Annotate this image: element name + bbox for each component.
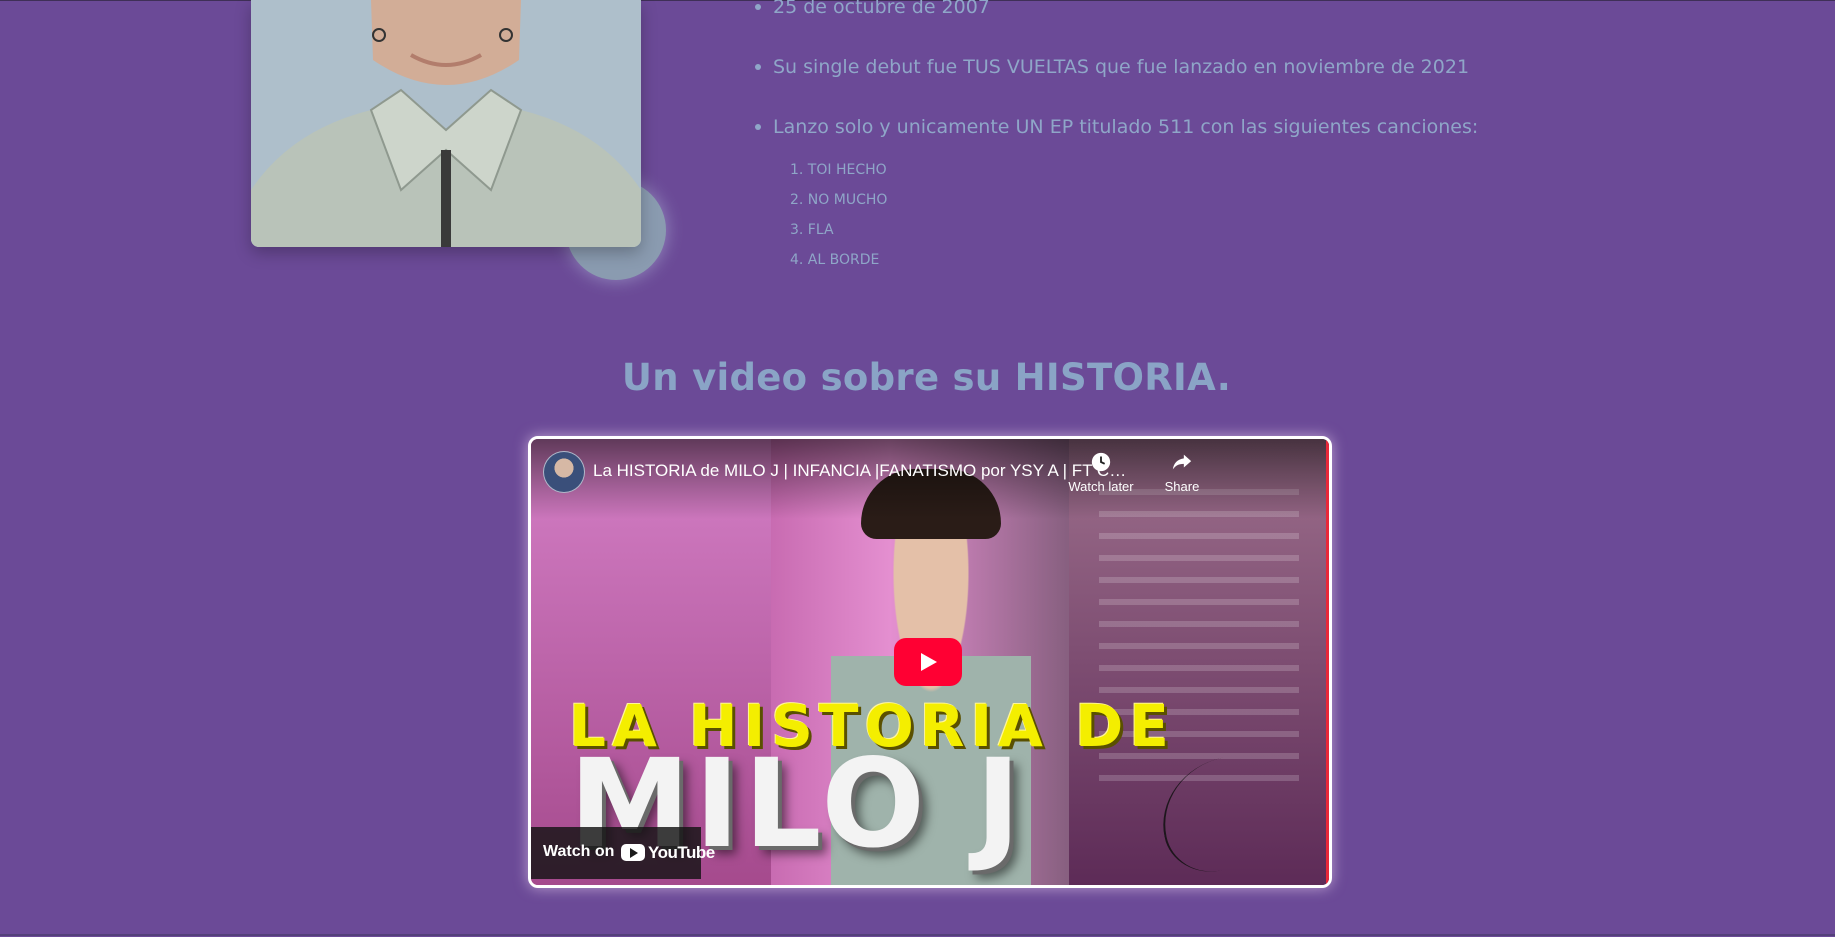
artist-portrait-card <box>251 0 666 280</box>
bio-fact-ep: Lanzo solo y unicamente UN EP titulado 5… <box>755 114 1478 140</box>
youtube-embed[interactable]: LA HISTORIA DE MILO J La HISTORIA de MIL… <box>528 436 1332 888</box>
share-icon <box>1172 454 1192 470</box>
play-button[interactable] <box>894 638 962 686</box>
portrait-illustration <box>251 0 641 247</box>
watch-on-youtube-button[interactable]: Watch on YouTube <box>531 827 715 879</box>
artist-portrait-image <box>251 0 641 247</box>
clock-icon <box>1091 452 1111 472</box>
channel-avatar[interactable] <box>543 451 585 493</box>
video-title-link[interactable]: La HISTORIA de MILO J | INFANCIA |FANATI… <box>593 461 1133 481</box>
bio-fact-birthdate: 25 de octubre de 2007 <box>755 0 1478 20</box>
song-item: 1. TOI HECHO <box>790 162 887 178</box>
song-item: 3. FLA <box>790 222 834 238</box>
song-item: 2. NO MUCHO <box>790 192 888 208</box>
video-section-title: Un video sobre su HISTORIA. <box>621 356 1232 399</box>
watch-later-button[interactable]: Watch later <box>1063 451 1139 494</box>
bottom-divider <box>0 934 1835 936</box>
ep-song-list: 1. TOI HECHO 2. NO MUCHO 3. FLA 4. AL BO… <box>790 160 887 280</box>
song-item: 4. AL BORDE <box>790 252 880 268</box>
watch-on-label: Watch on <box>543 843 615 860</box>
youtube-play-icon <box>621 844 645 861</box>
bio-facts-list: 25 de octubre de 2007 Su single debut fu… <box>755 0 1478 174</box>
watch-later-label: Watch later <box>1068 479 1134 494</box>
share-button[interactable]: Share <box>1144 451 1220 494</box>
youtube-wordmark: YouTube <box>648 843 715 862</box>
bio-fact-debut-single: Su single debut fue TUS VUELTAS que fue … <box>755 54 1478 80</box>
share-label: Share <box>1164 479 1200 494</box>
